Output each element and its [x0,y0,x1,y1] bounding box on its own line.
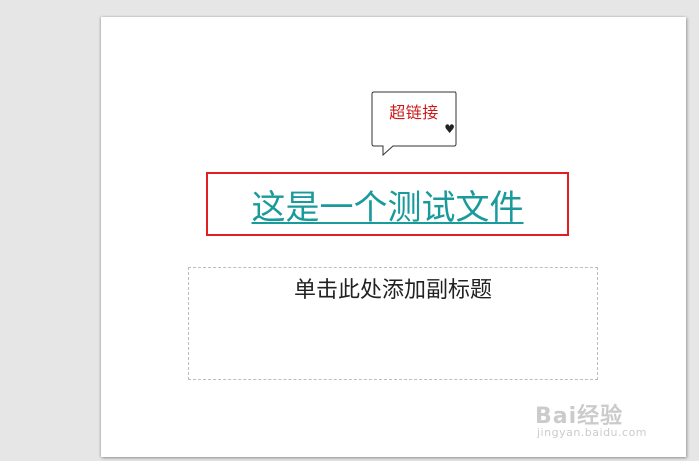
hyperlink-tooltip: 超链接 ♥ [371,91,457,157]
heart-icon: ♥ [444,122,455,136]
slide-canvas[interactable]: 超链接 ♥ 这是一个测试文件 单击此处添加副标题 [101,17,686,457]
title-hyperlink[interactable]: 这是一个测试文件 [252,180,524,229]
subtitle-placeholder-text: 单击此处添加副标题 [293,278,492,303]
watermark-url: jingyan.baidu.com [537,426,648,439]
baidu-jingyan-watermark: Bai经验 jingyan.baidu.com [535,398,675,442]
tooltip-label: 超链接 [389,103,439,122]
subtitle-placeholder[interactable]: 单击此处添加副标题 [188,267,598,380]
editor-workspace: 超链接 ♥ 这是一个测试文件 单击此处添加副标题 Bai经验 jingyan.b… [0,0,699,461]
highlighted-title-region: 这是一个测试文件 [206,172,569,236]
